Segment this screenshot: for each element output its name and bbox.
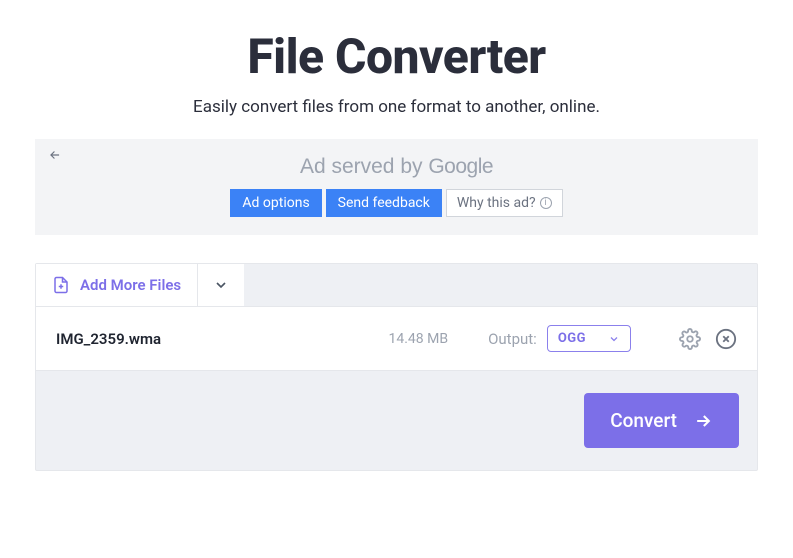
settings-button[interactable] bbox=[679, 328, 701, 350]
add-more-dropdown-button[interactable] bbox=[198, 264, 244, 306]
file-row: IMG_2359.wma 14.48 MB Output: OGG bbox=[36, 306, 757, 371]
close-circle-icon bbox=[715, 328, 737, 350]
send-feedback-button[interactable]: Send feedback bbox=[326, 189, 442, 217]
ad-options-button[interactable]: Ad options bbox=[230, 189, 321, 217]
why-this-ad-label: Why this ad? bbox=[457, 195, 536, 211]
card-footer: Convert bbox=[36, 371, 757, 470]
ad-panel: Ad served by Google Ad options Send feed… bbox=[35, 139, 758, 235]
add-more-files-label: Add More Files bbox=[80, 276, 181, 294]
output-format-select[interactable]: OGG bbox=[547, 325, 631, 352]
info-icon: i bbox=[540, 197, 552, 209]
why-this-ad-button[interactable]: Why this ad? i bbox=[446, 189, 563, 217]
ad-brand: Google bbox=[428, 155, 493, 178]
page-subtitle: Easily convert files from one format to … bbox=[0, 97, 793, 117]
convert-label: Convert bbox=[610, 409, 677, 432]
chevron-down-icon bbox=[213, 277, 229, 293]
output-format-value: OGG bbox=[558, 331, 586, 346]
ad-buttons: Ad options Send feedback Why this ad? i bbox=[47, 189, 746, 217]
convert-button[interactable]: Convert bbox=[584, 393, 739, 448]
file-size: 14.48 MB bbox=[388, 331, 448, 347]
chevron-down-icon bbox=[608, 333, 620, 345]
page-title: File Converter bbox=[0, 28, 793, 85]
toolbar: Add More Files bbox=[36, 264, 757, 306]
add-more-files-button[interactable]: Add More Files bbox=[36, 264, 198, 306]
arrow-left-icon[interactable] bbox=[47, 147, 63, 163]
converter-card: Add More Files IMG_2359.wma 14.48 MB Out… bbox=[35, 263, 758, 471]
file-name: IMG_2359.wma bbox=[56, 330, 388, 348]
ad-served-text: Ad served by Google bbox=[47, 149, 746, 179]
remove-file-button[interactable] bbox=[715, 328, 737, 350]
arrow-right-icon bbox=[693, 411, 713, 431]
ad-prefix: Ad served by bbox=[300, 155, 428, 178]
output-label: Output: bbox=[488, 330, 537, 348]
gear-icon bbox=[679, 328, 701, 350]
add-file-icon bbox=[52, 276, 70, 294]
